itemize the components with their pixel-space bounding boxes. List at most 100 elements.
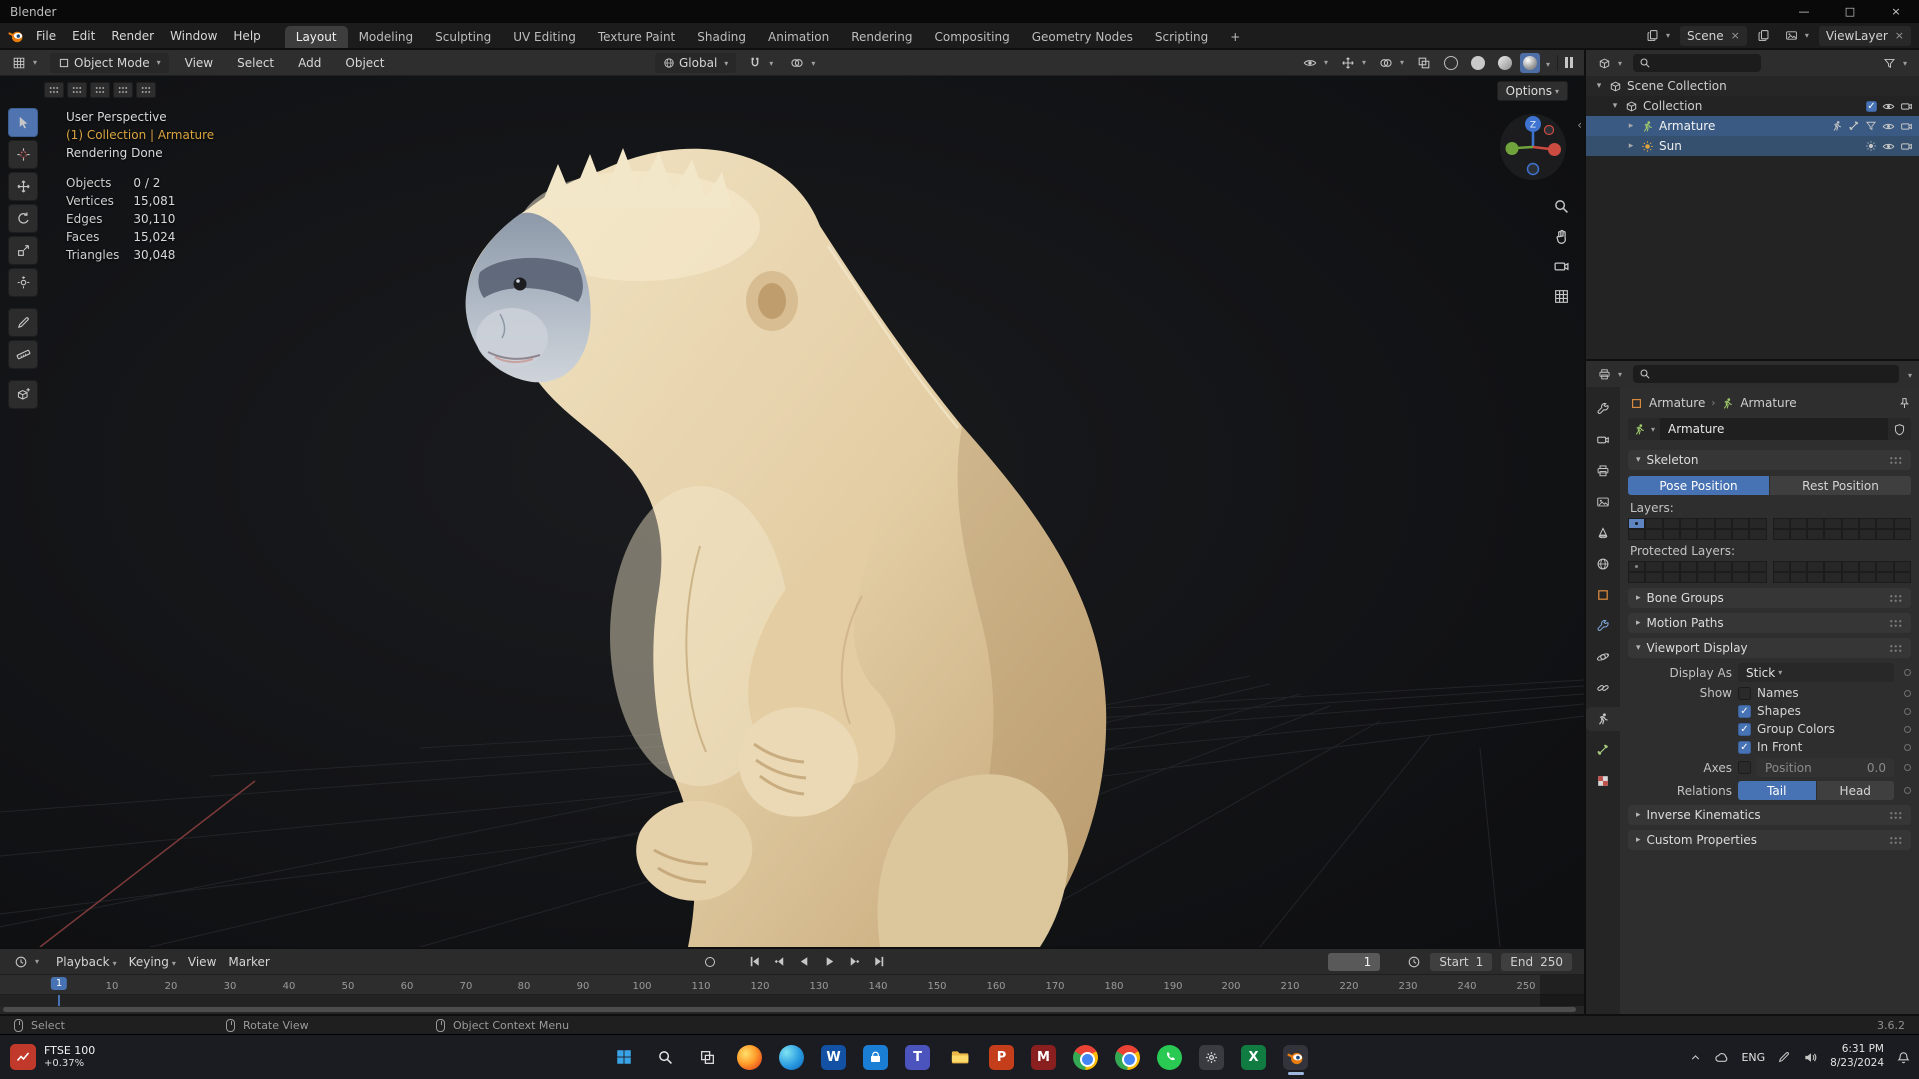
- browse-scene-icon[interactable]: [1641, 26, 1675, 46]
- shading-dropdown[interactable]: [1543, 56, 1550, 70]
- animate-decorator[interactable]: [1904, 787, 1911, 794]
- names-checkbox[interactable]: [1738, 686, 1751, 700]
- close-button[interactable]: ×: [1873, 0, 1919, 23]
- shapes-checkbox[interactable]: ✓: [1738, 704, 1751, 718]
- workspace-tab-scripting[interactable]: Scripting: [1144, 26, 1219, 48]
- browse-viewlayer-icon[interactable]: [1780, 26, 1814, 46]
- menu-render[interactable]: Render: [103, 26, 162, 46]
- workspace-tab-geometry-nodes[interactable]: Geometry Nodes: [1021, 26, 1144, 48]
- minimize-button[interactable]: —: [1781, 0, 1827, 23]
- new-scene-icon[interactable]: [1752, 26, 1775, 46]
- cursor-tool[interactable]: [8, 140, 38, 169]
- properties-editor-type-button[interactable]: [1593, 364, 1627, 384]
- viewport-display-section-header[interactable]: Viewport Display: [1628, 638, 1911, 658]
- gizmos-toggle[interactable]: [1336, 53, 1371, 73]
- shading-rendered-button[interactable]: [1519, 52, 1540, 73]
- 3d-viewport[interactable]: Options User Perspective (1) Collection …: [0, 76, 1584, 947]
- timeline-scrollbar[interactable]: [0, 1006, 1584, 1014]
- word-icon[interactable]: W: [821, 1044, 846, 1070]
- viewport-menu-view[interactable]: View: [177, 53, 221, 73]
- current-frame-marker[interactable]: 1: [50, 977, 68, 990]
- timeline-tracks[interactable]: [0, 995, 1584, 1006]
- measure-tool[interactable]: [8, 340, 38, 369]
- menu-edit[interactable]: Edit: [64, 26, 103, 46]
- inverse-kinematics-section-header[interactable]: Inverse Kinematics: [1628, 805, 1911, 825]
- toggle-perspective-icon[interactable]: [1553, 288, 1570, 305]
- camera-view-icon[interactable]: [1553, 258, 1570, 275]
- animate-decorator[interactable]: [1904, 725, 1911, 733]
- shading-wireframe-button[interactable]: [1439, 53, 1463, 73]
- proportional-editing-toggle[interactable]: [785, 53, 820, 73]
- tab-world[interactable]: [1588, 552, 1618, 576]
- outliner-search-input[interactable]: [1633, 54, 1762, 72]
- onedrive-cloud-icon[interactable]: [1714, 1050, 1729, 1065]
- chrome-icon[interactable]: [1073, 1044, 1098, 1070]
- workspace-tab-texture-paint[interactable]: Texture Paint: [587, 26, 686, 48]
- marker-menu[interactable]: Marker: [228, 955, 269, 969]
- display-as-dropdown[interactable]: Stick: [1738, 663, 1894, 682]
- notifications-bell-icon[interactable]: [1896, 1050, 1911, 1065]
- jump-to-end-button[interactable]: [870, 953, 889, 971]
- object-visibility-dropdown[interactable]: [1298, 53, 1333, 73]
- outliner-row-armature[interactable]: ▸ Armature: [1586, 116, 1919, 136]
- axes-checkbox[interactable]: [1738, 761, 1751, 774]
- hide-in-viewport-icon[interactable]: [1882, 100, 1895, 113]
- disable-in-render-icon[interactable]: [1900, 120, 1913, 133]
- shading-solid-button[interactable]: [1466, 53, 1490, 73]
- workspace-tab-compositing[interactable]: Compositing: [923, 26, 1020, 48]
- current-frame-field[interactable]: 1: [1328, 952, 1381, 971]
- next-keyframe-button[interactable]: [845, 953, 864, 971]
- animate-decorator[interactable]: [1904, 764, 1911, 771]
- language-indicator[interactable]: ENG: [1741, 1051, 1765, 1064]
- workspace-tab-rendering[interactable]: Rendering: [840, 26, 923, 48]
- timeline-editor-type-button[interactable]: [9, 952, 44, 972]
- chrome-profile-icon[interactable]: [1115, 1044, 1140, 1070]
- animate-decorator[interactable]: [1904, 743, 1911, 751]
- tab-constraints[interactable]: [1588, 676, 1618, 700]
- transform-tool[interactable]: [8, 268, 38, 297]
- teams-icon[interactable]: T: [905, 1044, 930, 1070]
- firefox-icon[interactable]: [737, 1044, 762, 1070]
- armature-layers-widget[interactable]: [1628, 518, 1911, 540]
- blender-taskbar-icon[interactable]: [1283, 1044, 1308, 1075]
- menu-help[interactable]: Help: [225, 26, 268, 46]
- outliner-row-sun[interactable]: ▸ Sun: [1586, 136, 1919, 156]
- browse-armature-icon[interactable]: [1628, 418, 1661, 440]
- auto-keying-button[interactable]: [700, 953, 719, 971]
- breadcrumb-object[interactable]: Armature: [1649, 396, 1705, 410]
- unlink-scene-icon[interactable]: ×: [1731, 29, 1740, 42]
- motion-paths-section-header[interactable]: Motion Paths: [1628, 613, 1911, 633]
- zoom-icon[interactable]: [1553, 198, 1570, 215]
- rotate-tool[interactable]: [8, 204, 38, 233]
- bone-groups-section-header[interactable]: Bone Groups: [1628, 588, 1911, 608]
- keying-menu[interactable]: Keying: [129, 955, 176, 969]
- access-icon[interactable]: M: [1031, 1044, 1056, 1070]
- overlays-toggle[interactable]: [1374, 53, 1409, 73]
- tail-button[interactable]: Tail: [1738, 781, 1816, 800]
- in-front-checkbox[interactable]: ✓: [1738, 740, 1751, 754]
- custom-properties-section-header[interactable]: Custom Properties: [1628, 830, 1911, 850]
- snap-toggle[interactable]: [743, 53, 778, 73]
- animate-decorator[interactable]: [1904, 689, 1911, 697]
- hide-in-viewport-icon[interactable]: [1882, 140, 1895, 153]
- start-frame-field[interactable]: Start 1: [1430, 952, 1493, 971]
- select-box-tool[interactable]: [8, 108, 38, 137]
- tab-render[interactable]: [1588, 428, 1618, 452]
- collection-checkbox[interactable]: ✓: [1866, 100, 1877, 112]
- powerpoint-icon[interactable]: P: [989, 1044, 1014, 1070]
- tab-view-layer[interactable]: [1588, 490, 1618, 514]
- edge-icon[interactable]: [779, 1044, 804, 1070]
- properties-filter-dropdown[interactable]: [1905, 367, 1912, 381]
- end-frame-field[interactable]: End 250: [1501, 952, 1572, 971]
- microsoft-store-icon[interactable]: [863, 1044, 888, 1070]
- blender-logo-icon[interactable]: [8, 28, 24, 44]
- properties-search-input[interactable]: [1633, 365, 1899, 383]
- play-button[interactable]: [820, 953, 839, 971]
- file-explorer-icon[interactable]: [947, 1045, 972, 1070]
- remove-viewlayer-icon[interactable]: ×: [1895, 29, 1904, 42]
- layer-preset-4[interactable]: [113, 82, 133, 98]
- workspace-tab-modeling[interactable]: Modeling: [348, 26, 425, 48]
- layer-preset-3[interactable]: [90, 82, 110, 98]
- tab-physics[interactable]: [1588, 645, 1618, 669]
- rest-position-button[interactable]: Rest Position: [1770, 476, 1911, 495]
